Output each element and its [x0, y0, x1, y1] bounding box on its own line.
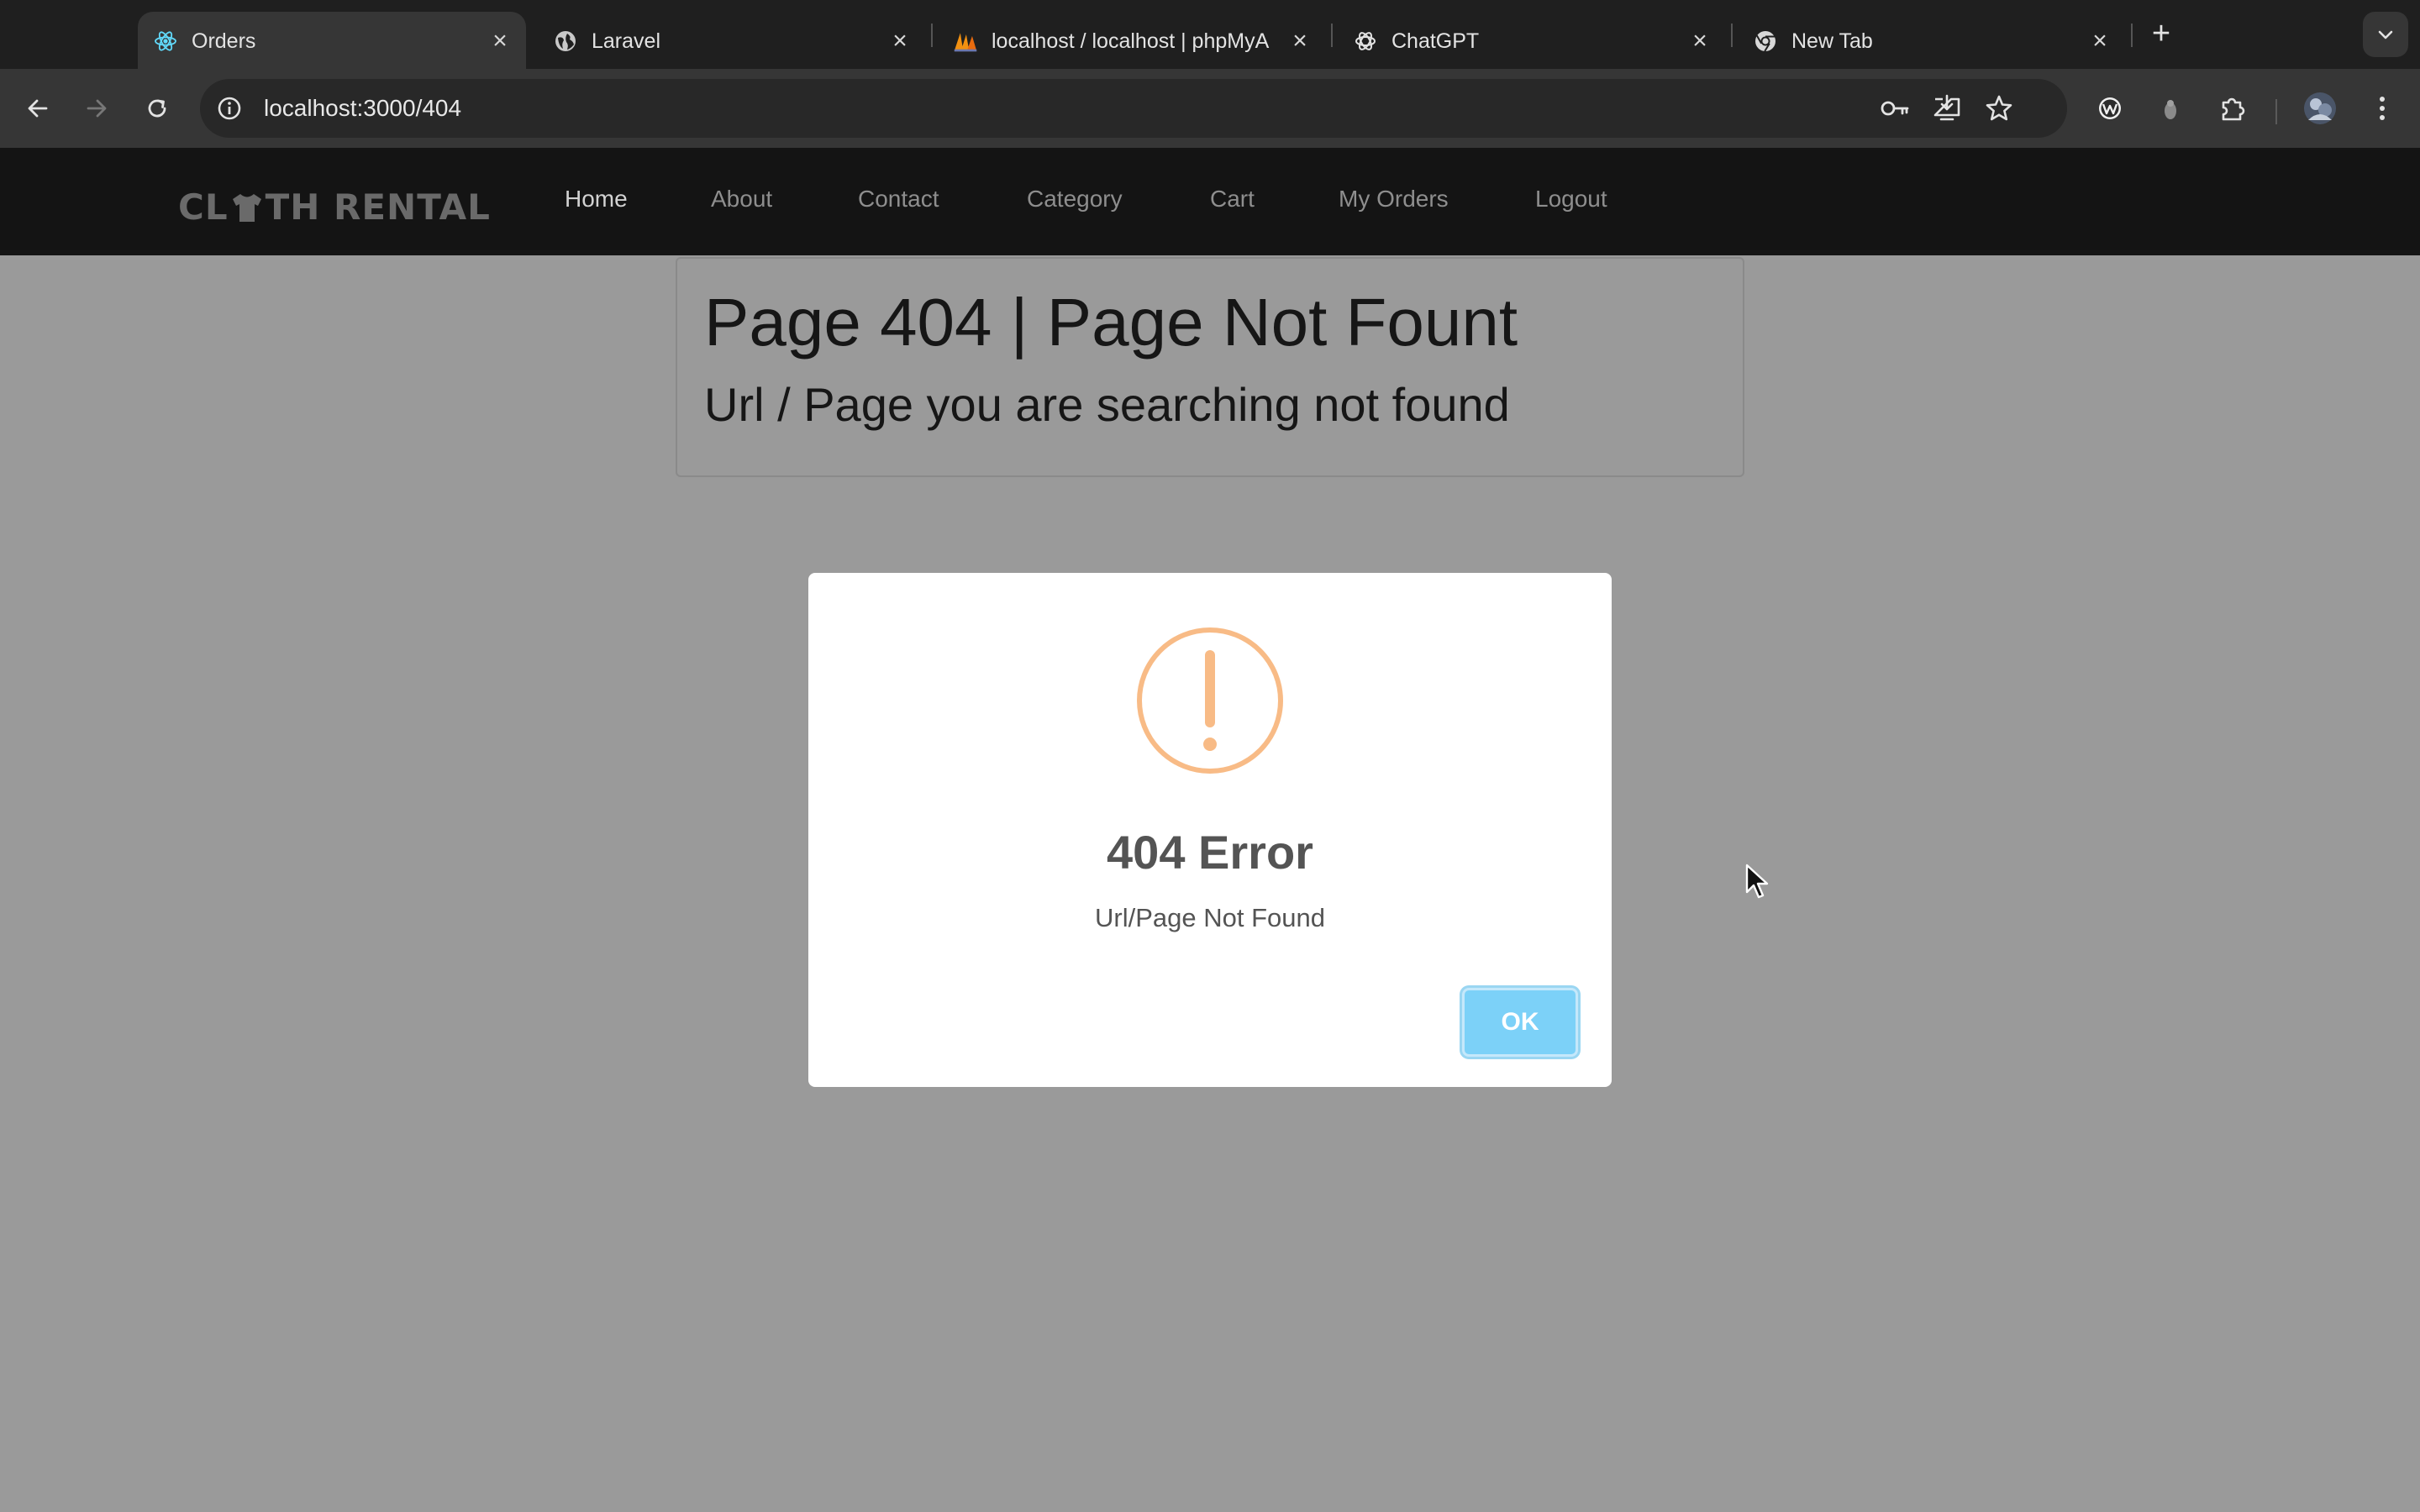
tab-laravel[interactable]: Laravel × [538, 12, 924, 69]
tab-title: ChatGPT [1392, 29, 1480, 53]
brand-text-right: TH RENTAL [265, 186, 491, 228]
browser-toolbar: localhost:3000/404 [0, 69, 2420, 148]
nav-logout[interactable]: Logout [1535, 186, 1607, 212]
back-button[interactable] [17, 87, 59, 129]
close-icon[interactable]: × [486, 27, 514, 55]
tab-title: localhost / localhost | phpMyA [992, 29, 1270, 53]
warning-icon [1137, 627, 1283, 774]
nav-my-orders[interactable]: My Orders [1339, 186, 1449, 212]
ok-button[interactable]: OK [1462, 988, 1578, 1057]
chrome-icon [1753, 29, 1778, 54]
mouse-cursor-icon [1745, 864, 1769, 899]
dialog-title: 404 Error [1107, 826, 1313, 879]
close-icon[interactable]: × [1686, 27, 1714, 55]
app-navbar: CL TH RENTAL Home About Contact Category… [0, 148, 2420, 255]
nav-contact[interactable]: Contact [858, 186, 939, 212]
tab-title: Orders [192, 29, 256, 53]
toolbar-separator [2275, 99, 2277, 124]
error-dialog: 404 Error Url/Page Not Found OK [808, 573, 1612, 1087]
new-tab-button[interactable]: + [2144, 15, 2178, 52]
url-text: localhost:3000/404 [264, 95, 462, 121]
react-icon [153, 29, 178, 54]
tab-separator [1331, 24, 1333, 47]
dialog-message: Url/Page Not Found [1095, 903, 1325, 932]
tab-orders[interactable]: Orders × [138, 12, 526, 69]
nav-home[interactable]: Home [565, 186, 628, 212]
tab-chatgpt[interactable]: ChatGPT × [1338, 12, 1724, 69]
brand-text-left: CL [178, 186, 229, 228]
tab-separator [931, 24, 933, 47]
address-bar[interactable]: localhost:3000/404 [200, 79, 2067, 138]
reload-button[interactable] [136, 87, 178, 129]
chatgpt-icon [1353, 29, 1378, 54]
nav-category[interactable]: Category [1027, 186, 1123, 212]
globe-icon [553, 29, 578, 54]
page-subtitle: Url / Page you are searching not found [704, 378, 1510, 431]
password-key-icon[interactable] [1879, 92, 1911, 124]
extension-icon[interactable] [2151, 89, 2190, 128]
tab-title: New Tab [1791, 29, 1873, 53]
more-menu-icon[interactable] [2363, 89, 2402, 128]
nav-cart[interactable]: Cart [1210, 186, 1255, 212]
arrow-right-icon [87, 99, 107, 118]
wordpress-extension-icon[interactable] [2091, 89, 2129, 128]
arrow-left-icon [28, 99, 48, 118]
bookmark-star-icon[interactable] [1983, 92, 2015, 124]
install-app-icon[interactable] [1931, 92, 1963, 124]
tab-title: Laravel [592, 29, 660, 53]
tab-new-tab[interactable]: New Tab × [1738, 12, 2124, 69]
close-icon[interactable]: × [1286, 27, 1314, 55]
reload-icon [148, 99, 166, 118]
tab-separator [2131, 24, 2133, 47]
page-title: Page 404 | Page Not Fount [704, 285, 1518, 360]
tab-search-button[interactable] [2363, 12, 2408, 57]
chevron-down-icon [2378, 30, 2393, 39]
tab-separator [1731, 24, 1733, 47]
brand-logo[interactable]: CL TH RENTAL [178, 188, 491, 227]
forward-button[interactable] [76, 87, 118, 129]
site-info-icon[interactable] [213, 92, 245, 124]
not-found-panel: Page 404 | Page Not Fount Url / Page you… [676, 257, 1744, 477]
phpmyadmin-icon [953, 29, 978, 54]
browser-tab-strip: Orders × Laravel × localhost / localhost… [0, 0, 2420, 69]
close-icon[interactable]: × [2086, 27, 2114, 55]
extensions-puzzle-icon[interactable] [2213, 89, 2252, 128]
nav-about[interactable]: About [711, 186, 772, 212]
close-icon[interactable]: × [886, 27, 914, 55]
profile-avatar[interactable] [2301, 89, 2339, 128]
tab-phpmyadmin[interactable]: localhost / localhost | phpMyA × [938, 12, 1324, 69]
tshirt-icon [232, 194, 261, 222]
